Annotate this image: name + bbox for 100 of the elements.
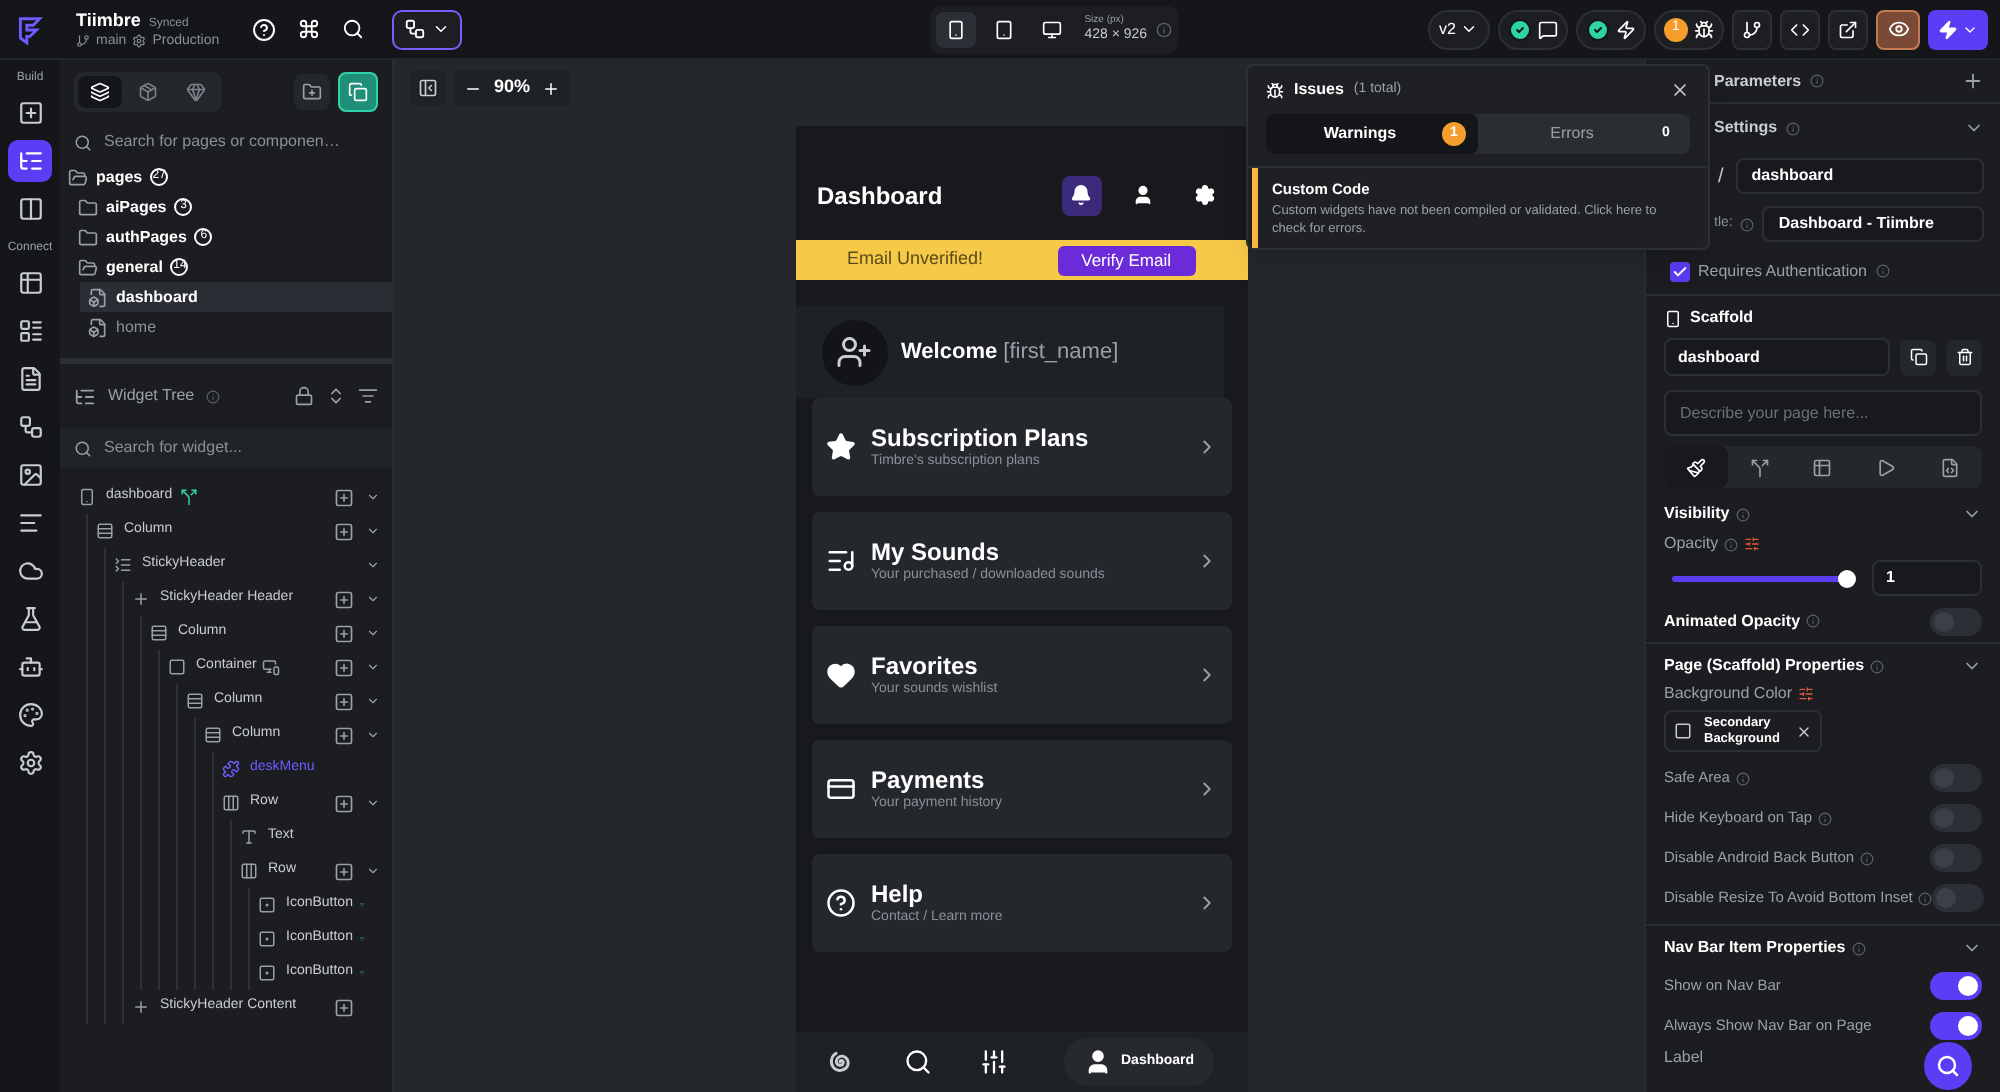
- open-external-button[interactable]: [1828, 9, 1868, 49]
- setting-toggle[interactable]: [1930, 1012, 1982, 1040]
- caret-icon[interactable]: [366, 626, 380, 640]
- page-name: dashboard: [116, 285, 198, 309]
- route-field[interactable]: dashboard: [1735, 158, 1984, 194]
- setting-toggle[interactable]: [1932, 884, 1985, 912]
- run-button[interactable]: [1928, 9, 1988, 49]
- opacity-slider[interactable]: [1672, 567, 1856, 589]
- search-icon[interactable]: [341, 18, 364, 40]
- caret-icon: [431, 20, 450, 38]
- slider-thumb[interactable]: [1838, 569, 1856, 587]
- info-icon: [1155, 21, 1172, 37]
- add-icon[interactable]: [1962, 70, 1984, 92]
- style-icon: [1685, 457, 1706, 477]
- add-child-icon[interactable]: [334, 691, 354, 711]
- widget-name-field[interactable]: dashboard: [1664, 338, 1890, 376]
- help-icon[interactable]: [251, 17, 276, 41]
- command-icon[interactable]: [297, 18, 320, 40]
- lock-icon[interactable]: [294, 386, 314, 406]
- add-child-icon[interactable]: [334, 657, 354, 677]
- page-tree-item[interactable]: home: [80, 312, 392, 342]
- setting-toggle[interactable]: [1930, 764, 1982, 792]
- widget-tree-icon: [74, 385, 96, 407]
- duplicate-button[interactable]: [1900, 339, 1936, 375]
- version-dropdown[interactable]: v2: [1427, 9, 1490, 49]
- zoom-in-icon[interactable]: [542, 79, 561, 97]
- setting-toggle[interactable]: [1930, 844, 1982, 872]
- caret-icon[interactable]: [366, 524, 380, 538]
- page-title-field[interactable]: Dashboard - Tiimbre: [1762, 206, 1984, 242]
- info-icon: [1785, 121, 1800, 135]
- sliders-icon: [979, 1048, 1007, 1076]
- check-icon: [1508, 17, 1532, 41]
- rail-button[interactable]: [8, 140, 52, 182]
- animated-opacity-toggle[interactable]: [1930, 607, 1982, 635]
- add-child-icon[interactable]: [334, 623, 354, 643]
- preview-button[interactable]: [1876, 9, 1920, 49]
- status-button[interactable]: [1576, 9, 1646, 49]
- phone-icon: [78, 488, 96, 506]
- add-child-icon[interactable]: [334, 793, 354, 813]
- page-tree-item[interactable]: dashboard: [80, 282, 392, 312]
- plus-icon: [132, 590, 150, 608]
- caret-icon[interactable]: [366, 796, 380, 810]
- caret-icon[interactable]: [366, 660, 380, 674]
- status-button[interactable]: [1498, 9, 1568, 49]
- pages-tab[interactable]: [78, 76, 122, 108]
- avatar[interactable]: [821, 319, 887, 385]
- widget-search-field[interactable]: Search for widget...: [60, 428, 392, 468]
- caret-icon[interactable]: [366, 592, 380, 606]
- add-child-icon[interactable]: [334, 487, 354, 507]
- collapse-panel-button[interactable]: [410, 70, 446, 106]
- caret-icon[interactable]: [366, 490, 380, 504]
- eye-icon: [1887, 18, 1909, 40]
- branch-icon: [76, 33, 90, 47]
- setting-toggle[interactable]: [1930, 804, 1982, 832]
- caret-icon[interactable]: [366, 864, 380, 878]
- description-field[interactable]: Describe your page here...: [1664, 390, 1982, 436]
- add-child-icon[interactable]: [334, 861, 354, 881]
- action-icon: [180, 488, 199, 506]
- add-child-icon[interactable]: [334, 589, 354, 609]
- file-icon: [17, 366, 43, 392]
- bug-icon: [1694, 19, 1714, 39]
- section-title: Page (Scaffold) Properties: [1664, 654, 1865, 678]
- caret-icon[interactable]: [366, 558, 380, 572]
- verify-email-button[interactable]: Verify Email: [1057, 245, 1195, 275]
- style-tab[interactable]: [1664, 446, 1728, 488]
- add-child-icon[interactable]: [334, 521, 354, 541]
- caret-icon[interactable]: [366, 694, 380, 708]
- clear-icon[interactable]: [1796, 723, 1812, 739]
- delete-button[interactable]: [1946, 339, 1982, 375]
- folder-plus-icon: [302, 82, 322, 102]
- page-search-field[interactable]: Search for pages or componen…: [60, 122, 392, 162]
- add-child-icon[interactable]: [334, 997, 354, 1017]
- column-icon: [150, 624, 168, 642]
- requires-auth-checkbox[interactable]: [1670, 261, 1690, 281]
- setting-toggle[interactable]: [1930, 972, 1982, 1000]
- add-child-icon[interactable]: [334, 725, 354, 745]
- opacity-field[interactable]: 1: [1872, 560, 1982, 596]
- phone-device-button[interactable]: [936, 11, 977, 47]
- close-icon[interactable]: [1670, 80, 1690, 100]
- card-title: Favorites: [871, 651, 980, 681]
- logo-icon: [14, 13, 46, 45]
- variable-icon[interactable]: [1744, 536, 1761, 552]
- expand-icon[interactable]: [326, 386, 346, 406]
- caret-icon[interactable]: [366, 728, 380, 742]
- branch-selector-button[interactable]: [391, 9, 462, 49]
- variable-icon[interactable]: [1798, 686, 1815, 702]
- add-folder-button[interactable]: [294, 74, 330, 110]
- branch-button[interactable]: [1732, 9, 1772, 49]
- info-icon: [1870, 659, 1885, 673]
- code-button[interactable]: [1780, 9, 1820, 49]
- doc-icon: [1940, 457, 1961, 477]
- add-page-button[interactable]: [338, 72, 378, 112]
- bell-button[interactable]: [1061, 175, 1101, 215]
- info-icon: [1740, 217, 1755, 231]
- page-name: general: [106, 255, 163, 279]
- bell-icon: [1070, 184, 1092, 206]
- section-title: Parameters: [1714, 69, 1802, 93]
- filter-icon[interactable]: [358, 386, 378, 406]
- checkbox-label: Requires Authentication: [1698, 259, 1867, 283]
- search-help-button[interactable]: [1924, 1042, 1972, 1090]
